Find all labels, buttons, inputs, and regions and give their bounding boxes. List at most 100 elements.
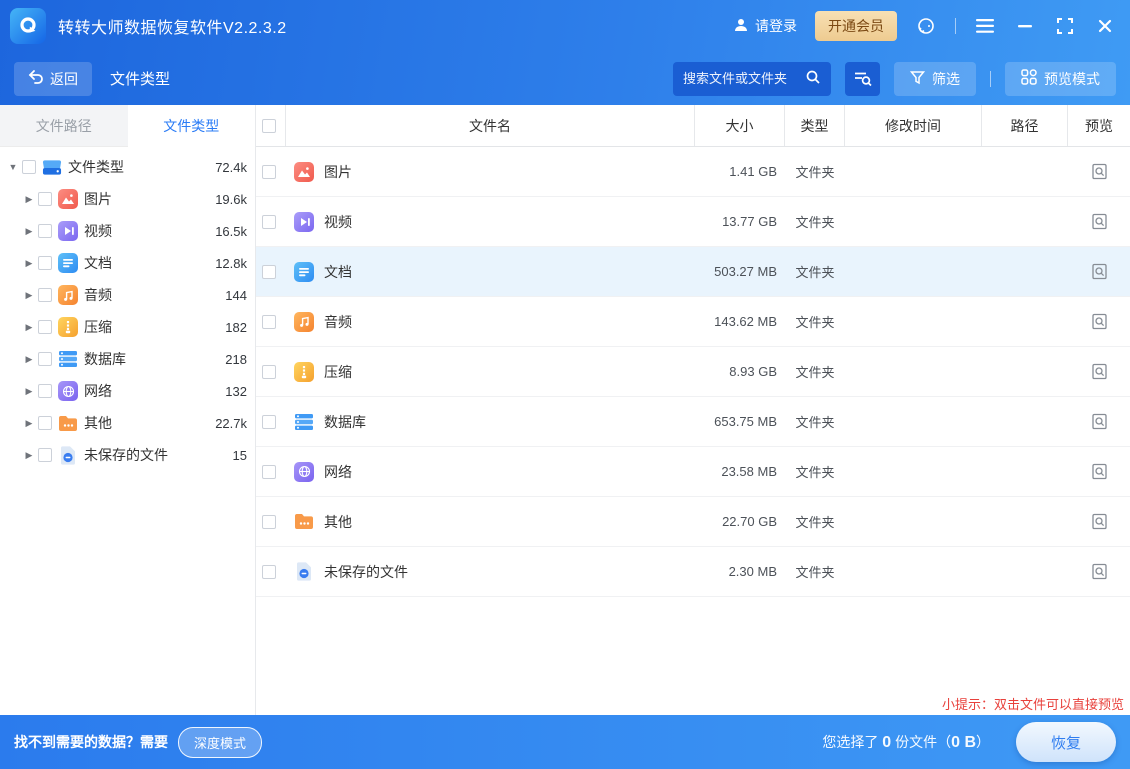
file-name: 数据库 — [324, 412, 366, 432]
tree-checkbox[interactable] — [38, 416, 52, 430]
tree-item-count: 22.7k — [215, 416, 247, 431]
sidebar-tree-item[interactable]: ▶视频16.5k — [0, 215, 255, 247]
filter-button[interactable]: 筛选 — [894, 62, 976, 96]
chevron-right-icon[interactable]: ▶ — [22, 290, 36, 301]
list-search-button[interactable] — [845, 62, 880, 96]
sidebar-tree-item[interactable]: ▶数据库218 — [0, 343, 255, 375]
sidebar-tree-item[interactable]: ▶网络132 — [0, 375, 255, 407]
tree-checkbox[interactable] — [38, 288, 52, 302]
sidebar-tree-item[interactable]: ▶音频144 — [0, 279, 255, 311]
vip-button[interactable]: 开通会员 — [815, 11, 897, 41]
chevron-right-icon[interactable]: ▶ — [22, 386, 36, 397]
tree-checkbox[interactable] — [38, 320, 52, 334]
file-name: 未保存的文件 — [324, 562, 408, 582]
table-body: 图片1.41 GB文件夹视频13.77 GB文件夹文档503.27 MB文件夹音… — [256, 147, 1130, 597]
login-button[interactable]: 请登录 — [733, 16, 797, 36]
deep-mode-button[interactable]: 深度模式 — [178, 727, 262, 758]
tree-checkbox[interactable] — [22, 160, 36, 174]
tree-checkbox[interactable] — [38, 448, 52, 462]
unsaved-icon — [294, 562, 314, 582]
row-checkbox[interactable] — [262, 465, 276, 479]
row-checkbox[interactable] — [262, 515, 276, 529]
row-checkbox[interactable] — [262, 265, 276, 279]
titlebar-divider — [955, 18, 956, 34]
back-button[interactable]: 返回 — [14, 62, 92, 96]
table-row[interactable]: 图片1.41 GB文件夹 — [256, 147, 1130, 197]
table-row[interactable]: 其他22.70 GB文件夹 — [256, 497, 1130, 547]
col-modified[interactable]: 修改时间 — [845, 105, 982, 146]
table-row[interactable]: 视频13.77 GB文件夹 — [256, 197, 1130, 247]
minimize-button[interactable] — [1014, 15, 1036, 37]
table-row[interactable]: 数据库653.75 MB文件夹 — [256, 397, 1130, 447]
search-input[interactable] — [683, 71, 805, 86]
row-checkbox[interactable] — [262, 565, 276, 579]
file-size: 653.75 MB — [695, 414, 785, 429]
select-all-checkbox[interactable] — [262, 119, 276, 133]
chevron-right-icon[interactable]: ▶ — [22, 450, 36, 461]
col-path[interactable]: 路径 — [982, 105, 1068, 146]
tree-checkbox[interactable] — [38, 192, 52, 206]
chevron-right-icon[interactable]: ▶ — [22, 418, 36, 429]
database-icon — [294, 412, 314, 432]
tab-file-path[interactable]: 文件路径 — [0, 105, 128, 147]
preview-button[interactable] — [1086, 509, 1112, 535]
file-type: 文件夹 — [785, 462, 845, 481]
preview-button[interactable] — [1086, 309, 1112, 335]
tree-checkbox[interactable] — [38, 224, 52, 238]
sidebar-tree-item[interactable]: ▶图片19.6k — [0, 183, 255, 215]
row-checkbox[interactable] — [262, 215, 276, 229]
other-icon — [294, 512, 314, 532]
chevron-right-icon[interactable]: ▶ — [22, 322, 36, 333]
preview-button[interactable] — [1086, 359, 1112, 385]
tree-item-label: 未保存的文件 — [84, 445, 168, 465]
file-size: 22.70 GB — [695, 514, 785, 529]
sidebar-tree-item[interactable]: ▶压缩182 — [0, 311, 255, 343]
row-checkbox[interactable] — [262, 165, 276, 179]
preview-button[interactable] — [1086, 209, 1112, 235]
maximize-button[interactable] — [1054, 15, 1076, 37]
customer-service-icon[interactable] — [915, 15, 937, 37]
preview-button[interactable] — [1086, 559, 1112, 585]
menu-icon[interactable] — [974, 15, 996, 37]
col-type[interactable]: 类型 — [785, 105, 845, 146]
table-row[interactable]: 压缩8.93 GB文件夹 — [256, 347, 1130, 397]
preview-button[interactable] — [1086, 459, 1112, 485]
tab-file-type[interactable]: 文件类型 — [128, 105, 256, 147]
chevron-right-icon[interactable]: ▶ — [22, 354, 36, 365]
row-checkbox[interactable] — [262, 415, 276, 429]
chevron-down-icon[interactable]: ▼ — [6, 162, 20, 172]
sidebar-tree-item[interactable]: ▶文档12.8k — [0, 247, 255, 279]
sidebar-tree-item[interactable]: ▼文件类型72.4k — [0, 151, 255, 183]
preview-button[interactable] — [1086, 159, 1112, 185]
table-row[interactable]: 未保存的文件2.30 MB文件夹 — [256, 547, 1130, 597]
row-checkbox[interactable] — [262, 365, 276, 379]
image-icon — [294, 162, 314, 182]
chevron-right-icon[interactable]: ▶ — [22, 194, 36, 205]
preview-mode-label: 预览模式 — [1044, 69, 1100, 89]
chevron-right-icon[interactable]: ▶ — [22, 226, 36, 237]
table-row[interactable]: 音频143.62 MB文件夹 — [256, 297, 1130, 347]
preview-button[interactable] — [1086, 259, 1112, 285]
tree-checkbox[interactable] — [38, 384, 52, 398]
close-button[interactable] — [1094, 15, 1116, 37]
tree-checkbox[interactable] — [38, 256, 52, 270]
tree-item-count: 12.8k — [215, 256, 247, 271]
preview-mode-button[interactable]: 预览模式 — [1005, 62, 1116, 96]
chevron-right-icon[interactable]: ▶ — [22, 258, 36, 269]
sidebar-tree-item[interactable]: ▶未保存的文件15 — [0, 439, 255, 471]
recover-button[interactable]: 恢复 — [1016, 722, 1116, 762]
search-box — [673, 62, 831, 96]
search-icon[interactable] — [805, 69, 821, 88]
col-size[interactable]: 大小 — [695, 105, 785, 146]
tree-item-count: 132 — [225, 384, 247, 399]
preview-button[interactable] — [1086, 409, 1112, 435]
tree-item-count: 72.4k — [215, 160, 247, 175]
tree-checkbox[interactable] — [38, 352, 52, 366]
table-row[interactable]: 文档503.27 MB文件夹 — [256, 247, 1130, 297]
network-icon — [58, 381, 78, 401]
sidebar-tree-item[interactable]: ▶其他22.7k — [0, 407, 255, 439]
table-row[interactable]: 网络23.58 MB文件夹 — [256, 447, 1130, 497]
col-preview[interactable]: 预览 — [1068, 105, 1130, 146]
row-checkbox[interactable] — [262, 315, 276, 329]
col-filename[interactable]: 文件名 — [286, 105, 695, 146]
